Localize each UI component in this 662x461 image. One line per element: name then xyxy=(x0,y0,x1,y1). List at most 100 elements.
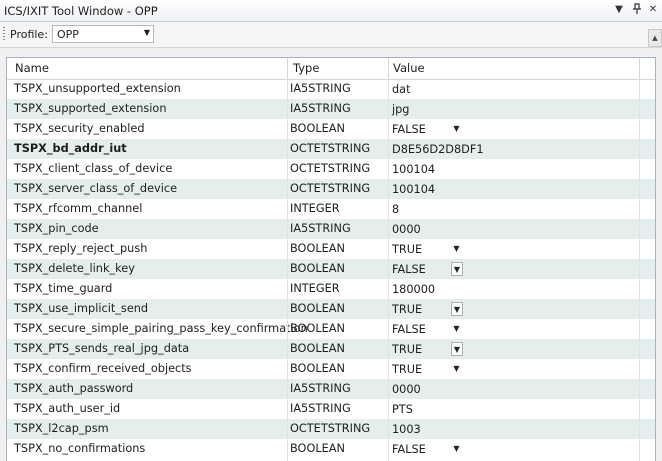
table-row[interactable]: TSPX_use_implicit_send BOOLEAN TRUE ▼ xyxy=(7,299,655,319)
param-value-field[interactable]: jpg xyxy=(392,103,409,116)
param-name: TSPX_bd_addr_iut xyxy=(14,142,127,155)
column-divider[interactable] xyxy=(639,58,640,79)
param-value-select[interactable]: FALSE xyxy=(392,123,426,136)
param-value-field[interactable]: PTS xyxy=(392,403,413,416)
param-value-select[interactable]: FALSE xyxy=(392,443,426,456)
param-name: TSPX_PTS_sends_real_jpg_data xyxy=(14,342,190,355)
param-value-field[interactable]: 100104 xyxy=(392,183,435,196)
table-row[interactable]: TSPX_confirm_received_objects BOOLEAN TRUE… xyxy=(7,359,655,379)
parameter-grid: Name Type Value TSPX_unsupported_extensi… xyxy=(6,57,656,461)
param-type: IA5STRING xyxy=(290,222,351,235)
param-type: IA5STRING xyxy=(290,382,351,395)
scroll-up-button[interactable]: ▲ xyxy=(648,29,662,47)
param-value-field[interactable]: 0000 xyxy=(392,223,421,236)
toolbar-grip[interactable] xyxy=(3,27,5,42)
param-value-select[interactable]: TRUE xyxy=(392,363,422,376)
chevron-down-icon[interactable]: ▼ xyxy=(451,242,462,255)
grid-line xyxy=(388,79,389,461)
chevron-down-icon: ▼ xyxy=(143,28,150,37)
param-value-select[interactable]: FALSE xyxy=(392,263,426,276)
param-name: TSPX_server_class_of_device xyxy=(14,182,178,195)
table-row[interactable]: TSPX_pin_code IA5STRING 0000 xyxy=(7,219,655,239)
param-type: OCTETSTRING xyxy=(290,182,371,195)
param-value-field[interactable]: 180000 xyxy=(392,283,435,296)
param-type: BOOLEAN xyxy=(290,362,345,375)
param-type: INTEGER xyxy=(290,202,340,215)
param-name: TSPX_use_implicit_send xyxy=(14,302,149,315)
param-name: TSPX_time_guard xyxy=(14,282,113,295)
param-value-field[interactable]: 1003 xyxy=(392,423,421,436)
window-menu-dropdown-icon[interactable]: ▼ xyxy=(612,3,626,17)
column-divider[interactable] xyxy=(287,58,288,79)
param-value-select[interactable]: TRUE xyxy=(392,343,422,356)
param-type: BOOLEAN xyxy=(290,322,345,335)
param-type: BOOLEAN xyxy=(290,262,345,275)
table-row[interactable]: TSPX_rfcomm_channel INTEGER 8 xyxy=(7,199,655,219)
chevron-down-icon[interactable]: ▼ xyxy=(451,442,462,455)
param-value-field[interactable]: 8 xyxy=(392,203,399,216)
table-row[interactable]: TSPX_delete_link_key BOOLEAN FALSE ▼ xyxy=(7,259,655,279)
param-type: BOOLEAN xyxy=(290,242,345,255)
table-row[interactable]: TSPX_secure_simple_pairing_pass_key_conf… xyxy=(7,319,655,339)
tool-window-titlebar: ICS/IXIT Tool Window - OPP ▼ ✕ xyxy=(0,0,662,22)
param-name: TSPX_delete_link_key xyxy=(14,262,135,275)
grid-line xyxy=(287,79,288,461)
grid-line xyxy=(639,79,640,461)
table-row[interactable]: TSPX_no_confirmations BOOLEAN FALSE ▼ xyxy=(7,439,655,459)
param-type: IA5STRING xyxy=(290,82,351,95)
param-type: BOOLEAN xyxy=(290,342,345,355)
param-value-select[interactable]: TRUE xyxy=(392,243,422,256)
table-row[interactable]: TSPX_time_guard INTEGER 180000 xyxy=(7,279,655,299)
header-value[interactable]: Value xyxy=(393,61,425,75)
param-value-field[interactable]: 0000 xyxy=(392,383,421,396)
param-name: TSPX_reply_reject_push xyxy=(14,242,148,255)
param-value-field[interactable]: D8E56D2D8DF1 xyxy=(392,143,484,156)
table-row[interactable]: TSPX_security_enabled BOOLEAN FALSE ▼ xyxy=(7,119,655,139)
param-name: TSPX_confirm_received_objects xyxy=(14,362,192,375)
table-row[interactable]: TSPX_l2cap_psm OCTETSTRING 1003 xyxy=(7,419,655,439)
param-name: TSPX_supported_extension xyxy=(14,102,167,115)
param-name: TSPX_auth_password xyxy=(14,382,134,395)
param-value-field[interactable]: 100104 xyxy=(392,163,435,176)
chevron-down-icon[interactable]: ▼ xyxy=(451,362,462,375)
param-value-field[interactable]: dat xyxy=(392,83,411,96)
table-row[interactable]: TSPX_bd_addr_iut OCTETSTRING D8E56D2D8DF1 xyxy=(7,139,655,159)
table-row[interactable]: TSPX_auth_password IA5STRING 0000 xyxy=(7,379,655,399)
param-value-select[interactable]: TRUE xyxy=(392,303,422,316)
param-name: TSPX_pin_code xyxy=(14,222,99,235)
profile-select-value: OPP xyxy=(57,28,79,41)
param-name: TSPX_unsupported_extension xyxy=(14,82,181,95)
param-type: BOOLEAN xyxy=(290,442,345,455)
table-row[interactable]: TSPX_unsupported_extension IA5STRING dat xyxy=(7,79,655,99)
param-name: TSPX_rfcomm_channel xyxy=(14,202,143,215)
param-type: INTEGER xyxy=(290,282,340,295)
table-row[interactable]: TSPX_server_class_of_device OCTETSTRING 10… xyxy=(7,179,655,199)
column-divider[interactable] xyxy=(388,58,389,79)
header-type[interactable]: Type xyxy=(293,61,319,75)
table-row[interactable]: TSPX_reply_reject_push BOOLEAN TRUE ▼ xyxy=(7,239,655,259)
profile-label: Profile: xyxy=(10,28,48,41)
profile-select[interactable]: OPP ▼ xyxy=(52,25,154,43)
param-type: BOOLEAN xyxy=(290,122,345,135)
window-title: ICS/IXIT Tool Window - OPP xyxy=(4,4,158,18)
param-name: TSPX_secure_simple_pairing_pass_key_conf… xyxy=(14,322,308,335)
param-value-select[interactable]: FALSE xyxy=(392,323,426,336)
table-row[interactable]: TSPX_client_class_of_device OCTETSTRING 10… xyxy=(7,159,655,179)
table-row[interactable]: TSPX_supported_extension IA5STRING jpg xyxy=(7,99,655,119)
profile-toolbar: Profile: OPP ▼ xyxy=(0,22,662,48)
table-row[interactable]: TSPX_auth_user_id IA5STRING PTS xyxy=(7,399,655,419)
close-icon[interactable]: ✕ xyxy=(646,3,660,17)
param-type: BOOLEAN xyxy=(290,302,345,315)
chevron-down-icon[interactable]: ▼ xyxy=(451,122,462,135)
header-name[interactable]: Name xyxy=(15,61,49,75)
param-type: OCTETSTRING xyxy=(290,422,371,435)
chevron-down-icon[interactable]: ▼ xyxy=(451,262,463,276)
param-name: TSPX_no_confirmations xyxy=(14,442,146,455)
chevron-down-icon[interactable]: ▼ xyxy=(451,322,462,335)
pin-icon[interactable] xyxy=(630,3,644,17)
param-type: OCTETSTRING xyxy=(290,142,371,155)
param-name: TSPX_client_class_of_device xyxy=(14,162,173,175)
chevron-down-icon[interactable]: ▼ xyxy=(451,342,463,356)
table-row[interactable]: TSPX_PTS_sends_real_jpg_data BOOLEAN TRUE ▼ xyxy=(7,339,655,359)
chevron-down-icon[interactable]: ▼ xyxy=(451,302,463,316)
